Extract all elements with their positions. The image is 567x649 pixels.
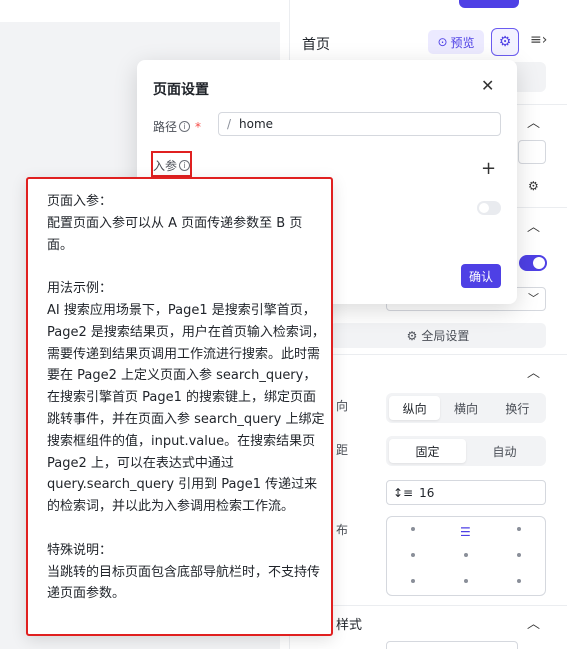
params-highlight-box [151, 151, 192, 177]
publish-button[interactable] [459, 0, 519, 8]
align-dot[interactable] [411, 579, 415, 583]
usage-heading: 用法示例： [47, 281, 113, 297]
close-icon[interactable]: ✕ [481, 76, 494, 95]
align-dot[interactable] [464, 579, 468, 583]
preview-label: 预览 [450, 35, 475, 50]
required-mark: * [195, 119, 202, 134]
spacing-label: 距 [336, 443, 349, 457]
direction-segmented[interactable]: 纵向 横向 换行 [386, 393, 546, 423]
size-option[interactable]: 固定 [389, 439, 466, 463]
preview-icon: ⊙ [437, 35, 448, 49]
size-option[interactable]: 自动 [466, 439, 543, 463]
gear-icon: ⚙ [406, 328, 418, 343]
field-input[interactable] [518, 140, 546, 164]
collapse-icon[interactable]: ≡› [530, 32, 547, 48]
style-field[interactable] [386, 641, 518, 649]
global-settings-label: 全局设置 [421, 329, 470, 343]
chevron-down-icon: ﹀ [528, 292, 539, 305]
params-tooltip: 页面入参： 配置页面入参可以从 A 页面传递参数至 B 页面。 用法示例： AI… [26, 177, 333, 636]
align-dot[interactable] [464, 553, 468, 557]
page-title: 首页 [302, 37, 330, 53]
alignment-grid[interactable]: ☰ [386, 516, 546, 596]
tooltip-heading: 页面入参： [47, 194, 113, 209]
panel-toggle[interactable] [519, 255, 547, 271]
gear-icon: ⚙ [498, 34, 512, 50]
line-height-icon: ↕≡ [393, 485, 414, 500]
path-label-group: 路径 i * [153, 118, 201, 135]
align-dot[interactable] [517, 527, 521, 531]
align-dot[interactable] [411, 553, 415, 557]
spacing-input[interactable]: ↕≡ 16 [386, 480, 546, 505]
note-body: 当跳转的目标页面包含底部导航栏时，不支持传递页面参数。 [47, 564, 321, 602]
usage-body: AI 搜索应用场景下，Page1 是搜索引擎首页，Page2 是搜索结果页，用户… [47, 302, 325, 515]
path-prefix: / [227, 117, 232, 131]
chevron-up-icon[interactable]: ︿ [527, 216, 540, 235]
preview-button[interactable]: ⊙ 预览 [428, 30, 484, 54]
gear-icon[interactable]: ⚙ [528, 179, 539, 193]
style-section-label: 样式 [336, 618, 363, 633]
page-settings-button[interactable]: ⚙ [491, 28, 519, 56]
panel-header: 首页 ⊙ 预览 ⚙ ≡› [302, 28, 552, 58]
confirm-button[interactable]: 确认 [461, 264, 501, 288]
spacing-value: 16 [419, 485, 435, 500]
param-toggle[interactable] [477, 201, 501, 215]
tooltip-intro: 配置页面入参可以从 A 页面传递参数至 B 页面。 [47, 215, 303, 253]
direction-option[interactable]: 换行 [492, 396, 543, 420]
tooltip-content: 页面入参： 配置页面入参可以从 A 页面传递参数至 B 页面。 用法示例： AI… [35, 179, 328, 634]
align-dot[interactable] [517, 579, 521, 583]
chevron-up-icon[interactable]: ︿ [527, 112, 540, 131]
align-dot[interactable] [517, 553, 521, 557]
direction-option[interactable]: 横向 [440, 396, 491, 420]
global-settings-button[interactable]: ⚙ 全局设置 [330, 323, 546, 348]
path-input[interactable]: / home [218, 112, 501, 136]
align-label: 布 [336, 523, 349, 537]
direction-option[interactable]: 纵向 [389, 396, 441, 420]
note-heading: 特殊说明： [47, 542, 113, 558]
chevron-up-icon[interactable]: ︿ [527, 613, 540, 632]
path-value: home [239, 117, 274, 131]
info-icon[interactable]: i [179, 121, 191, 132]
chevron-up-icon[interactable]: ︿ [527, 362, 540, 381]
path-label: 路径 [153, 120, 178, 134]
size-segmented[interactable]: 固定 自动 [386, 436, 546, 466]
dialog-title: 页面设置 [153, 82, 209, 98]
align-dot[interactable] [411, 527, 415, 531]
direction-label: 向 [336, 399, 349, 413]
plus-icon[interactable]: + [481, 158, 496, 179]
align-center-icon[interactable]: ☰ [460, 525, 471, 539]
